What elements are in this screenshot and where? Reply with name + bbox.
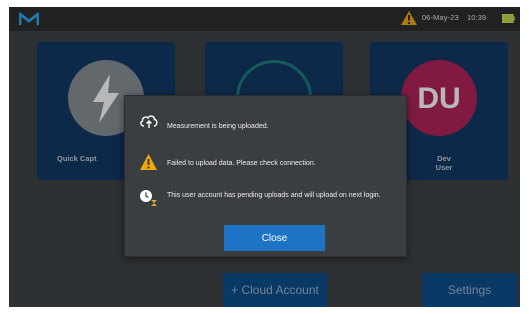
device-screen: 06-May-23 10:39 Quick Capt DU Dev User +… [9, 7, 520, 307]
message-upload-progress: Measurement is being uploaded. [167, 123, 269, 130]
close-button[interactable]: Close [224, 225, 325, 251]
message-upload-failed: Failed to upload data. Please check conn… [167, 160, 316, 167]
warning-icon [140, 154, 157, 170]
message-pending-uploads: This user account has pending uploads an… [167, 192, 381, 199]
cloud-upload-icon [140, 115, 158, 128]
pending-upload-icon [140, 190, 157, 206]
upload-status-dialog: Measurement is being uploaded. Failed to… [124, 95, 407, 257]
